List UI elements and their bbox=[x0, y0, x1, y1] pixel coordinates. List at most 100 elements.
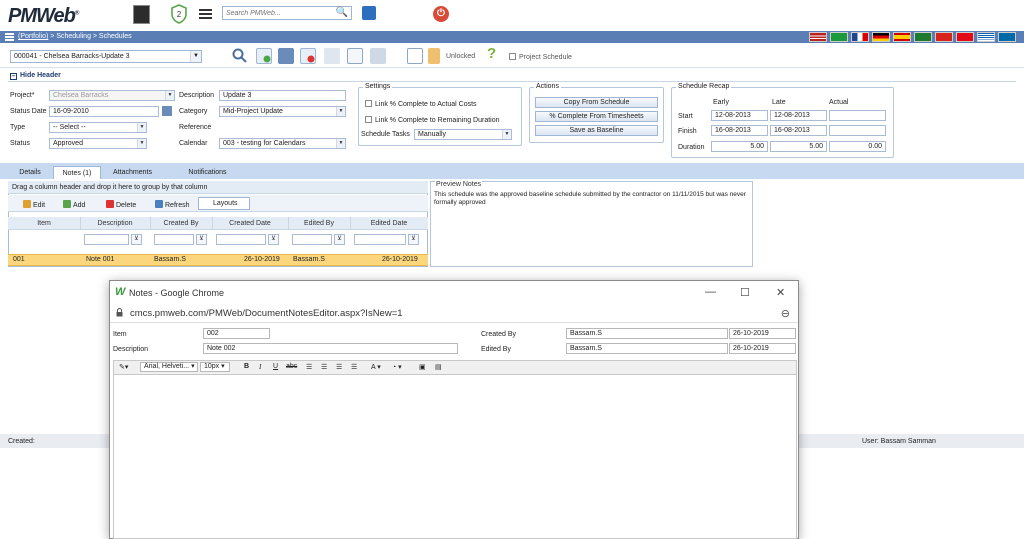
finish-late-field[interactable]: 16-08-2013 bbox=[770, 125, 827, 136]
popup-created-by-field[interactable]: Bassam.S bbox=[566, 328, 728, 339]
filter-icon[interactable]: ⊻ bbox=[268, 234, 279, 245]
unlocked-icon[interactable] bbox=[428, 48, 440, 64]
logout-power-icon[interactable]: ⏻ bbox=[433, 6, 449, 22]
start-late-field[interactable]: 12-08-2013 bbox=[770, 110, 827, 121]
sweden-flag-icon[interactable] bbox=[998, 32, 1016, 42]
greece-flag-icon[interactable] bbox=[977, 32, 995, 42]
video-tutorial-icon[interactable] bbox=[362, 6, 376, 20]
search-record-icon[interactable] bbox=[232, 48, 248, 64]
link-icon[interactable] bbox=[324, 48, 340, 64]
breadcrumb-portfolio-link[interactable]: (Portfolio) bbox=[18, 33, 48, 40]
status-date-field[interactable]: 16-09-2010 bbox=[49, 106, 159, 117]
maximize-button[interactable]: ☐ bbox=[740, 286, 750, 299]
france-flag-icon[interactable] bbox=[851, 32, 869, 42]
search-input[interactable] bbox=[223, 7, 333, 19]
project-schedule-checkbox[interactable]: Project Schedule bbox=[509, 53, 572, 61]
germany-flag-icon[interactable] bbox=[872, 32, 890, 42]
saudi-flag-icon[interactable] bbox=[914, 32, 932, 42]
finish-actual-field[interactable] bbox=[829, 125, 886, 136]
link-remaining-duration-checkbox[interactable]: Link % Complete to Remaining Duration bbox=[365, 116, 500, 124]
justify-icon[interactable]: ☰ bbox=[351, 363, 357, 371]
us-flag-icon[interactable] bbox=[809, 32, 827, 42]
main-menu-icon[interactable] bbox=[199, 9, 212, 20]
email-icon[interactable] bbox=[347, 48, 363, 64]
link-actual-costs-checkbox[interactable]: Link % Complete to Actual Costs bbox=[365, 100, 477, 108]
print-icon[interactable] bbox=[370, 48, 386, 64]
strikethrough-icon[interactable]: abc bbox=[286, 363, 297, 370]
filter-created-by-input[interactable]: ⊻ bbox=[154, 234, 207, 245]
help-icon[interactable]: ? bbox=[487, 45, 503, 62]
window-icon[interactable] bbox=[407, 48, 423, 64]
popup-url[interactable]: cmcs.pmweb.com/PMWeb/DocumentNotesEditor… bbox=[130, 308, 403, 319]
align-center-icon[interactable]: ☰ bbox=[321, 363, 327, 371]
tab-notifications[interactable]: Notifications bbox=[180, 166, 235, 179]
font-color-icon[interactable]: A ▾ bbox=[371, 363, 381, 371]
note-editor-area[interactable] bbox=[113, 375, 797, 539]
zoom-icon[interactable]: ⊖ bbox=[781, 307, 790, 320]
duration-actual-field[interactable]: 0.00 bbox=[829, 141, 886, 152]
edit-button[interactable]: Edit bbox=[23, 200, 45, 209]
module-menu-icon[interactable] bbox=[5, 33, 14, 41]
highlight-color-icon[interactable]: ◔ ▾ bbox=[392, 363, 402, 371]
filter-edited-date-input[interactable]: ⊻ bbox=[354, 234, 419, 245]
delete-button[interactable]: Delete bbox=[106, 200, 136, 209]
tab-details[interactable]: Details bbox=[10, 166, 50, 179]
duration-late-field[interactable]: 5.00 bbox=[770, 141, 827, 152]
bold-icon[interactable]: B bbox=[244, 363, 249, 370]
add-button[interactable]: Add bbox=[63, 200, 85, 209]
format-painter-icon[interactable]: ✎▾ bbox=[119, 363, 128, 371]
italic-icon[interactable]: I bbox=[259, 363, 261, 371]
china-flag-icon[interactable] bbox=[935, 32, 953, 42]
column-header-description[interactable]: Description bbox=[80, 220, 150, 227]
filter-edited-by-input[interactable]: ⊻ bbox=[292, 234, 345, 245]
turkey-flag-icon[interactable] bbox=[956, 32, 974, 42]
filter-icon[interactable]: ⊻ bbox=[131, 234, 142, 245]
insert-image-icon[interactable]: ▣ bbox=[419, 363, 426, 371]
popup-edited-date-field[interactable]: 26-10-2019 bbox=[729, 343, 796, 354]
brazil-flag-icon[interactable] bbox=[830, 32, 848, 42]
font-family-select[interactable]: Arial, Helveti... ▾ bbox=[140, 362, 198, 372]
align-right-icon[interactable]: ☰ bbox=[336, 363, 342, 371]
table-row[interactable] bbox=[8, 254, 428, 266]
filter-created-date-input[interactable]: ⊻ bbox=[216, 234, 279, 245]
user-avatar[interactable] bbox=[133, 5, 150, 24]
delete-record-icon[interactable] bbox=[300, 48, 316, 64]
notifications-shield-icon[interactable]: 2 bbox=[170, 4, 188, 24]
tab-attachments[interactable]: Attachments bbox=[105, 166, 160, 179]
minimize-button[interactable]: — bbox=[705, 286, 716, 298]
duration-early-field[interactable]: 5.00 bbox=[711, 141, 768, 152]
filter-description-input[interactable]: ⊻ bbox=[84, 234, 142, 245]
start-actual-field[interactable] bbox=[829, 110, 886, 121]
column-header-edited-by[interactable]: Edited By bbox=[288, 220, 350, 227]
start-early-field[interactable]: 12-08-2013 bbox=[711, 110, 768, 121]
description-field[interactable]: Update 3 bbox=[219, 90, 346, 101]
complete-from-timesheets-button[interactable]: % Complete From Timesheets bbox=[535, 111, 658, 122]
category-select[interactable]: Mid-Project Update ▼ bbox=[219, 106, 346, 117]
calendar-select[interactable]: 003 - testing for Calendars ▼ bbox=[219, 138, 346, 149]
popup-description-field[interactable]: Note 002 bbox=[203, 343, 458, 354]
pmweb-logo[interactable]: PMWeb® bbox=[8, 5, 79, 28]
finish-early-field[interactable]: 16-08-2013 bbox=[711, 125, 768, 136]
filter-icon[interactable]: ⊻ bbox=[334, 234, 345, 245]
add-record-icon[interactable] bbox=[256, 48, 272, 64]
filter-icon[interactable]: ⊻ bbox=[408, 234, 419, 245]
column-header-item[interactable]: Item bbox=[8, 220, 80, 227]
schedule-tasks-select[interactable]: Manually ▼ bbox=[414, 129, 512, 140]
refresh-button[interactable]: Refresh bbox=[155, 200, 190, 209]
font-size-select[interactable]: 10px ▾ bbox=[200, 362, 230, 372]
close-button[interactable]: ✕ bbox=[776, 286, 785, 299]
popup-edited-by-field[interactable]: Bassam.S bbox=[566, 343, 728, 354]
column-header-created-date[interactable]: Created Date bbox=[212, 220, 288, 227]
save-as-baseline-button[interactable]: Save as Baseline bbox=[535, 125, 658, 136]
record-selector[interactable]: 000041 - Chelsea Barracks-Update 3 ▼ bbox=[10, 50, 202, 63]
calendar-picker-icon[interactable] bbox=[162, 106, 172, 116]
layouts-button[interactable]: Layouts bbox=[198, 197, 250, 210]
underline-icon[interactable]: U bbox=[273, 363, 278, 370]
status-select[interactable]: Approved ▼ bbox=[49, 138, 147, 149]
column-header-edited-date[interactable]: Edited Date bbox=[350, 220, 428, 227]
save-icon[interactable] bbox=[278, 48, 294, 64]
align-left-icon[interactable]: ☰ bbox=[306, 363, 312, 371]
search-icon[interactable]: 🔍 bbox=[336, 7, 348, 18]
tab-notes[interactable]: Notes (1) bbox=[53, 166, 101, 179]
global-search[interactable]: 🔍 bbox=[222, 6, 352, 20]
